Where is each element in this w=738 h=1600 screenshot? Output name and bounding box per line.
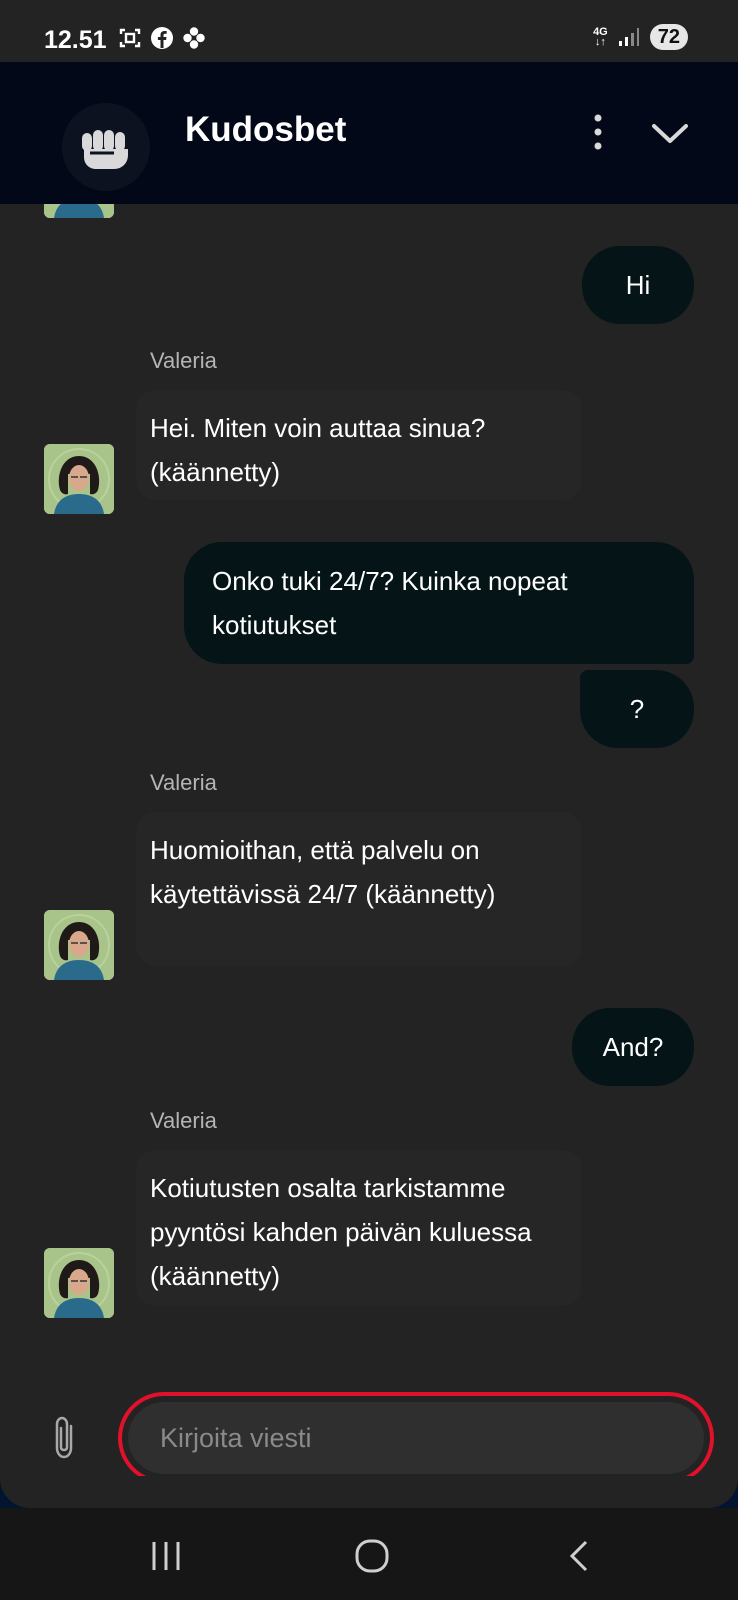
signal-icon	[618, 28, 639, 46]
screenshot-icon	[119, 28, 141, 48]
battery-indicator: 72	[649, 24, 688, 50]
agent-avatar	[44, 444, 114, 514]
back-icon[interactable]	[560, 1538, 600, 1574]
network-indicator: 4G ↓↑	[593, 26, 608, 48]
fist-icon	[62, 103, 150, 191]
outgoing-message: ?	[580, 670, 694, 748]
outgoing-message: Hi	[582, 246, 694, 324]
sender-name: Valeria	[150, 1108, 217, 1133]
agent-avatar	[44, 910, 114, 980]
incoming-message: Hei. Miten voin auttaa sinua? (käännetty…	[136, 390, 582, 500]
incoming-message: Kotiutusten osalta tarkistamme pyyntösi …	[136, 1150, 582, 1306]
agent-avatar	[44, 1248, 114, 1318]
chat-header: Kudosbet	[0, 62, 738, 204]
message-input[interactable]	[128, 1402, 704, 1474]
agent-avatar	[44, 204, 114, 218]
chat-title: Kudosbet	[185, 110, 347, 149]
system-nav-bar	[0, 1508, 738, 1600]
chevron-down-icon[interactable]	[650, 118, 690, 148]
sender-name: Valeria	[150, 770, 217, 795]
recent-apps-icon[interactable]	[146, 1538, 186, 1574]
status-bar: 12.51 4G ↓↑ 72	[0, 0, 738, 62]
paperclip-icon[interactable]	[50, 1414, 80, 1462]
sender-name: Valeria	[150, 348, 217, 373]
status-time: 12.51	[44, 26, 107, 54]
chat-messages[interactable]: Hi Valeria Hei. Miten voin auttaa sinua?…	[0, 204, 738, 1366]
facebook-icon	[151, 27, 173, 49]
message-input-highlight	[118, 1392, 714, 1484]
kebab-icon[interactable]	[583, 112, 613, 152]
pinwheel-icon	[183, 27, 205, 49]
incoming-message: Huomioithan, että palvelu on käytettävis…	[136, 812, 582, 966]
home-icon[interactable]	[352, 1538, 392, 1574]
outgoing-message: Onko tuki 24/7? Kuinka nopeat kotiutukse…	[184, 542, 694, 664]
outgoing-message: And?	[572, 1008, 694, 1086]
